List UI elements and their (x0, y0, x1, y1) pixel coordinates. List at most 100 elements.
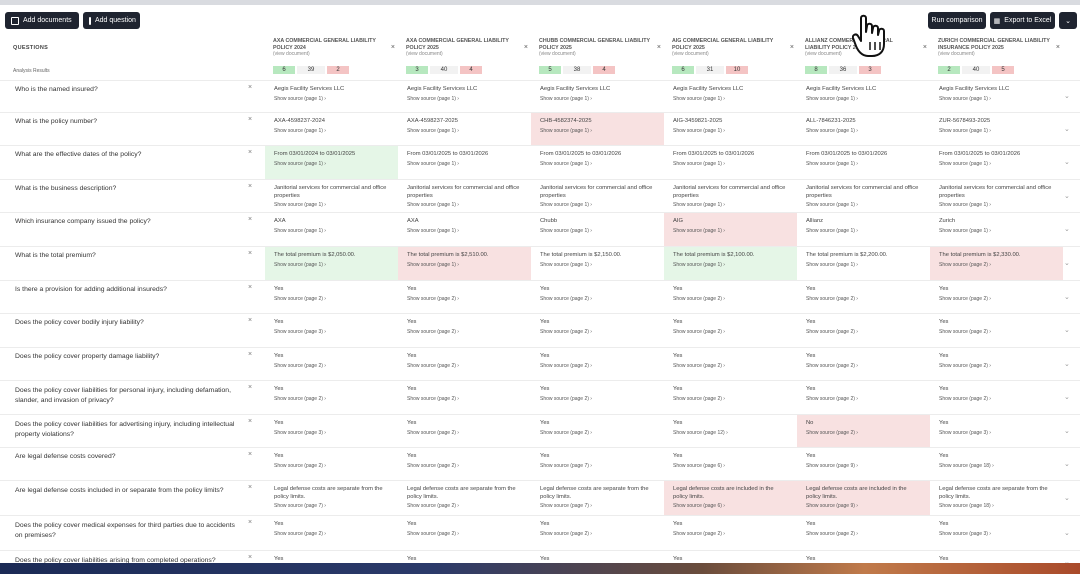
remove-question-icon[interactable]: × (248, 554, 252, 561)
expand-row-icon[interactable]: ⌄ (1064, 529, 1070, 537)
remove-question-icon[interactable]: × (248, 250, 252, 257)
show-source-link[interactable]: Show source (page 2) › (806, 296, 921, 302)
show-source-link[interactable]: Show source (page 2) › (407, 329, 522, 335)
show-source-link[interactable]: Show source (page 2) › (540, 296, 655, 302)
show-source-link[interactable]: Show source (page 1) › (274, 202, 389, 208)
show-source-link[interactable]: Show source (page 2) › (274, 396, 389, 402)
show-source-link[interactable]: Show source (page 1) › (806, 96, 921, 102)
show-source-link[interactable]: Show source (page 7) › (540, 503, 655, 509)
expand-row-icon[interactable]: ⌄ (1064, 158, 1070, 166)
question-text[interactable]: Does the policy cover liabilities for pe… (15, 386, 237, 405)
remove-question-icon[interactable]: × (248, 149, 252, 156)
remove-question-icon[interactable]: × (248, 351, 252, 358)
show-source-link[interactable]: Show source (page 1) › (407, 96, 522, 102)
show-source-link[interactable]: Show source (page 2) › (806, 531, 921, 537)
show-source-link[interactable]: Show source (page 2) › (540, 329, 655, 335)
show-source-link[interactable]: Show source (page 1) › (806, 128, 921, 134)
show-source-link[interactable]: Show source (page 1) › (939, 96, 1054, 102)
show-source-link[interactable]: Show source (page 2) › (806, 430, 921, 436)
show-source-link[interactable]: Show source (page 1) › (540, 202, 655, 208)
show-source-link[interactable]: Show source (page 1) › (673, 128, 788, 134)
show-source-link[interactable]: Show source (page 1) › (407, 161, 522, 167)
show-source-link[interactable]: Show source (page 3) › (274, 329, 389, 335)
show-source-link[interactable]: Show source (page 3) › (274, 430, 389, 436)
expand-row-icon[interactable]: ⌄ (1064, 326, 1070, 334)
show-source-link[interactable]: Show source (page 2) › (274, 463, 389, 469)
show-source-link[interactable]: Show source (page 1) › (274, 96, 389, 102)
show-source-link[interactable]: Show source (page 7) › (540, 463, 655, 469)
show-source-link[interactable]: Show source (page 2) › (673, 396, 788, 402)
show-source-link[interactable]: Show source (page 1) › (274, 262, 389, 268)
show-source-link[interactable]: Show source (page 9) › (806, 463, 921, 469)
show-source-link[interactable]: Show source (page 2) › (407, 531, 522, 537)
add-question-button[interactable]: Add question (83, 12, 140, 29)
more-options-button[interactable]: ⌄ (1059, 12, 1077, 29)
remove-question-icon[interactable]: × (248, 183, 252, 190)
show-source-link[interactable]: Show source (page 1) › (673, 161, 788, 167)
show-source-link[interactable]: Show source (page 2) › (673, 531, 788, 537)
show-source-link[interactable]: Show source (page 18) › (939, 503, 1054, 509)
expand-row-icon[interactable]: ⌄ (1064, 460, 1070, 468)
expand-row-icon[interactable]: ⌄ (1064, 360, 1070, 368)
show-source-link[interactable]: Show source (page 12) › (673, 430, 788, 436)
remove-document-icon[interactable]: × (790, 44, 794, 51)
question-text[interactable]: Are legal defense costs included in or s… (15, 486, 237, 496)
question-text[interactable]: What is the total premium? (15, 251, 237, 261)
show-source-link[interactable]: Show source (page 1) › (540, 161, 655, 167)
add-documents-button[interactable]: Add documents (5, 12, 79, 29)
show-source-link[interactable]: Show source (page 2) › (407, 363, 522, 369)
show-source-link[interactable]: Show source (page 2) › (540, 396, 655, 402)
question-text[interactable]: What is the business description? (15, 184, 237, 194)
show-source-link[interactable]: Show source (page 2) › (939, 329, 1054, 335)
show-source-link[interactable]: Show source (page 3) › (939, 531, 1054, 537)
question-text[interactable]: Does the policy cover liabilities for ad… (15, 420, 237, 439)
show-source-link[interactable]: Show source (page 2) › (407, 296, 522, 302)
show-source-link[interactable]: Show source (page 1) › (407, 228, 522, 234)
view-document-link[interactable]: (view document) (672, 51, 794, 57)
remove-document-icon[interactable]: × (1056, 44, 1060, 51)
question-text[interactable]: Which insurance company issued the polic… (15, 217, 237, 227)
remove-question-icon[interactable]: × (248, 84, 252, 91)
remove-question-icon[interactable]: × (248, 451, 252, 458)
question-text[interactable]: Does the policy cover bodily injury liab… (15, 318, 237, 328)
expand-row-icon[interactable]: ⌄ (1064, 393, 1070, 401)
expand-row-icon[interactable]: ⌄ (1064, 293, 1070, 301)
show-source-link[interactable]: Show source (page 1) › (939, 128, 1054, 134)
expand-row-icon[interactable]: ⌄ (1064, 225, 1070, 233)
export-excel-button[interactable]: ▦ Export to Excel (990, 12, 1055, 29)
show-source-link[interactable]: Show source (page 1) › (806, 202, 921, 208)
remove-question-icon[interactable]: × (248, 317, 252, 324)
show-source-link[interactable]: Show source (page 1) › (673, 96, 788, 102)
show-source-link[interactable]: Show source (page 1) › (673, 202, 788, 208)
show-source-link[interactable]: Show source (page 9) › (806, 503, 921, 509)
show-source-link[interactable]: Show source (page 1) › (540, 228, 655, 234)
expand-row-icon[interactable]: ⌄ (1064, 427, 1070, 435)
show-source-link[interactable]: Show source (page 2) › (540, 531, 655, 537)
show-source-link[interactable]: Show source (page 1) › (806, 262, 921, 268)
question-text[interactable]: Are legal defense costs covered? (15, 452, 237, 462)
expand-row-icon[interactable]: ⌄ (1064, 494, 1070, 502)
show-source-link[interactable]: Show source (page 1) › (274, 128, 389, 134)
question-text[interactable]: Is there a provision for adding addition… (15, 285, 237, 295)
question-text[interactable]: What are the effective dates of the poli… (15, 150, 237, 160)
show-source-link[interactable]: Show source (page 2) › (407, 430, 522, 436)
show-source-link[interactable]: Show source (page 18) › (939, 463, 1054, 469)
remove-document-icon[interactable]: × (524, 44, 528, 51)
show-source-link[interactable]: Show source (page 1) › (939, 161, 1054, 167)
show-source-link[interactable]: Show source (page 1) › (673, 262, 788, 268)
show-source-link[interactable]: Show source (page 2) › (274, 296, 389, 302)
show-source-link[interactable]: Show source (page 1) › (939, 202, 1054, 208)
expand-row-icon[interactable]: ⌄ (1064, 92, 1070, 100)
show-source-link[interactable]: Show source (page 1) › (806, 228, 921, 234)
show-source-link[interactable]: Show source (page 2) › (939, 262, 1054, 268)
show-source-link[interactable]: Show source (page 2) › (939, 296, 1054, 302)
show-source-link[interactable]: Show source (page 1) › (806, 161, 921, 167)
show-source-link[interactable]: Show source (page 1) › (274, 228, 389, 234)
remove-document-icon[interactable]: × (391, 44, 395, 51)
question-text[interactable]: Does the policy cover medical expenses f… (15, 521, 237, 540)
run-comparison-button[interactable]: Run comparison (928, 12, 986, 29)
show-source-link[interactable]: Show source (page 2) › (274, 531, 389, 537)
show-source-link[interactable]: Show source (page 1) › (540, 262, 655, 268)
show-source-link[interactable]: Show source (page 2) › (939, 396, 1054, 402)
remove-question-icon[interactable]: × (248, 418, 252, 425)
